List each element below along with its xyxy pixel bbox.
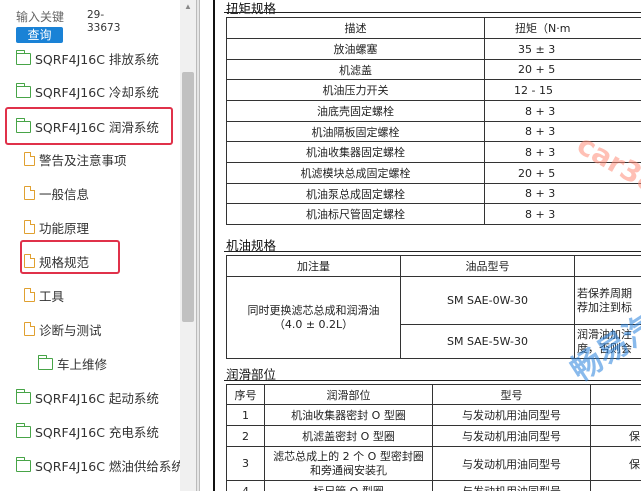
sidebar-scrollbar-thumb[interactable] bbox=[182, 72, 194, 322]
folder-icon bbox=[15, 388, 31, 404]
lube-cell-extra: 保 bbox=[590, 425, 641, 447]
oil-fill-line1: 同时更换滤芯总成和润滑油 bbox=[247, 303, 380, 317]
query-button[interactable]: 查询 bbox=[16, 27, 63, 43]
lube-cell-extra bbox=[590, 480, 641, 491]
tree-item-starting-system[interactable]: SQRF4J16C 起动系统 bbox=[15, 386, 159, 408]
torque-cell-value: 8 + 3 bbox=[484, 100, 641, 122]
highlight-box-lubrication bbox=[5, 107, 173, 145]
document-icon bbox=[24, 152, 35, 166]
document-icon bbox=[24, 288, 35, 302]
torque-cell-desc: 放油螺塞 bbox=[226, 38, 485, 60]
folder-icon bbox=[15, 82, 31, 98]
document-viewer: 扭矩规格 描述 扭矩（N·m 放油螺塞 35 ± 3 机滤盖 20 + 5 机油压力… bbox=[200, 0, 641, 491]
lube-cell-part: 标尺管 O 型圈 bbox=[264, 480, 433, 491]
oil-grade-cell: SM SAE-5W-30 bbox=[400, 324, 575, 359]
torque-cell-desc: 机油标尺管固定螺栓 bbox=[226, 203, 485, 225]
lube-header-extra bbox=[590, 384, 641, 405]
lube-cell-extra: 保 bbox=[590, 446, 641, 481]
torque-header-torque: 扭矩（N·m bbox=[484, 17, 641, 39]
lube-header-part: 润滑部位 bbox=[264, 384, 433, 405]
lube-cell-model: 与发动机用油同型号 bbox=[432, 404, 591, 426]
torque-table: 描述 扭矩（N·m 放油螺塞 35 ± 3 机滤盖 20 + 5 机油压力开关 12 … bbox=[226, 17, 641, 225]
page-edge-line bbox=[213, 0, 215, 491]
lube-cell-no: 1 bbox=[226, 404, 265, 426]
oil-header-grade: 油品型号 bbox=[400, 255, 575, 277]
tree-item-label: SQRF4J16C 冷却系统 bbox=[35, 84, 159, 100]
lube-cell-model: 与发动机用油同型号 bbox=[432, 425, 591, 447]
tree-item-label: 车上维修 bbox=[57, 356, 108, 372]
lube-cell-model: 与发动机用油同型号 bbox=[432, 480, 591, 491]
highlight-box-specifications bbox=[20, 240, 120, 274]
oil-grade-cell: SM SAE-0W-30 bbox=[400, 276, 575, 325]
lube-cell-extra bbox=[590, 404, 641, 426]
oil-fill-cell: 同时更换滤芯总成和润滑油 （4.0 ± 0.2L） bbox=[226, 276, 401, 359]
torque-cell-value: 12 - 15 bbox=[484, 79, 641, 101]
tree-item-general-info[interactable]: 一般信息 bbox=[24, 182, 89, 204]
torque-cell-desc: 机油收集器固定螺栓 bbox=[226, 141, 485, 163]
tree-item-label: 功能原理 bbox=[39, 220, 90, 236]
tree-item-diagnosis[interactable]: 诊断与测试 bbox=[24, 318, 102, 340]
torque-header-description: 描述 bbox=[226, 17, 485, 39]
lube-header-no: 序号 bbox=[226, 384, 265, 405]
tree-item-label: SQRF4J16C 燃油供给系统 bbox=[35, 458, 184, 474]
lube-table: 序号 润滑部位 型号 1 机油收集器密封 O 型圈 与发动机用油同型号 2 机滤… bbox=[226, 384, 641, 491]
tree-item-charging-system[interactable]: SQRF4J16C 充电系统 bbox=[15, 420, 159, 442]
tree-item-label: 一般信息 bbox=[39, 186, 90, 202]
tree-item-principles[interactable]: 功能原理 bbox=[24, 216, 89, 238]
document-icon bbox=[24, 186, 35, 200]
document-icon bbox=[24, 220, 35, 234]
date-text: 29- 33673 bbox=[87, 9, 121, 34]
tree-item-warnings[interactable]: 警告及注意事项 bbox=[24, 148, 127, 170]
tree-item-tools[interactable]: 工具 bbox=[24, 284, 64, 306]
tree-item-label: 工具 bbox=[39, 288, 65, 304]
lube-header-model: 型号 bbox=[432, 384, 591, 405]
lube-cell-no: 2 bbox=[226, 425, 265, 447]
torque-cell-value: 8 + 3 bbox=[484, 203, 641, 225]
oil-fill-line2: （4.0 ± 0.2L） bbox=[273, 317, 354, 331]
lube-cell-part: 机油收集器密封 O 型圈 bbox=[264, 404, 433, 426]
torque-cell-value: 8 + 3 bbox=[484, 183, 641, 204]
tree-item-label: SQRF4J16C 排放系统 bbox=[35, 51, 159, 67]
torque-cell-desc: 机油隔板固定螺栓 bbox=[226, 121, 485, 142]
lube-cell-part: 机滤盖密封 O 型圈 bbox=[264, 425, 433, 447]
tree-item-cooling-system[interactable]: SQRF4J16C 冷却系统 bbox=[15, 80, 159, 102]
scroll-up-arrow-icon[interactable]: ▲ bbox=[180, 0, 196, 14]
document-icon bbox=[24, 322, 35, 336]
torque-cell-value: 8 + 3 bbox=[484, 121, 641, 142]
lube-cell-no: 4 bbox=[226, 480, 265, 491]
section-title-torque: 扭矩规格 bbox=[226, 1, 277, 16]
lube-cell-model: 与发动机用油同型号 bbox=[432, 446, 591, 481]
torque-cell-desc: 机油压力开关 bbox=[226, 79, 485, 101]
tree-item-onvehicle-service[interactable]: 车上维修 bbox=[37, 352, 108, 374]
tree-item-label: SQRF4J16C 充电系统 bbox=[35, 424, 159, 440]
tree-item-exhaust-system[interactable]: SQRF4J16C 排放系统 bbox=[15, 47, 159, 69]
search-area: 29- 33673 查询 bbox=[0, 0, 180, 44]
tree-item-label: 诊断与测试 bbox=[39, 322, 102, 338]
torque-cell-desc: 机滤模块总成固定螺栓 bbox=[226, 162, 485, 184]
lube-cell-no: 3 bbox=[226, 446, 265, 481]
torque-cell-desc: 机油泵总成固定螺栓 bbox=[226, 183, 485, 204]
section-rule bbox=[224, 251, 641, 252]
folder-icon bbox=[15, 422, 31, 438]
lube-cell-part: 滤芯总成上的 2 个 O 型密封圈 和旁通阀安装孔 bbox=[264, 446, 433, 481]
torque-cell-desc: 机滤盖 bbox=[226, 59, 485, 80]
search-input[interactable] bbox=[16, 8, 82, 26]
tree-item-label: SQRF4J16C 起动系统 bbox=[35, 390, 159, 406]
torque-cell-value: 35 ± 3 bbox=[484, 38, 641, 60]
tree-item-fuel-system[interactable]: SQRF4J16C 燃油供给系统 bbox=[15, 454, 184, 476]
folder-icon bbox=[37, 354, 53, 370]
torque-cell-desc: 油底壳固定螺栓 bbox=[226, 100, 485, 122]
torque-cell-value: 20 + 5 bbox=[484, 59, 641, 80]
oil-header-fill: 加注量 bbox=[226, 255, 401, 277]
navigation-sidebar: 29- 33673 查询 SQRF4J16C 排放系统 SQRF4J16C 冷却… bbox=[0, 0, 196, 491]
section-rule bbox=[224, 12, 641, 13]
tree-item-label: 警告及注意事项 bbox=[39, 152, 127, 168]
oil-header-note bbox=[574, 255, 641, 277]
folder-icon bbox=[15, 456, 31, 472]
folder-icon bbox=[15, 49, 31, 65]
oil-note-line: 若保养周期 bbox=[577, 286, 632, 300]
